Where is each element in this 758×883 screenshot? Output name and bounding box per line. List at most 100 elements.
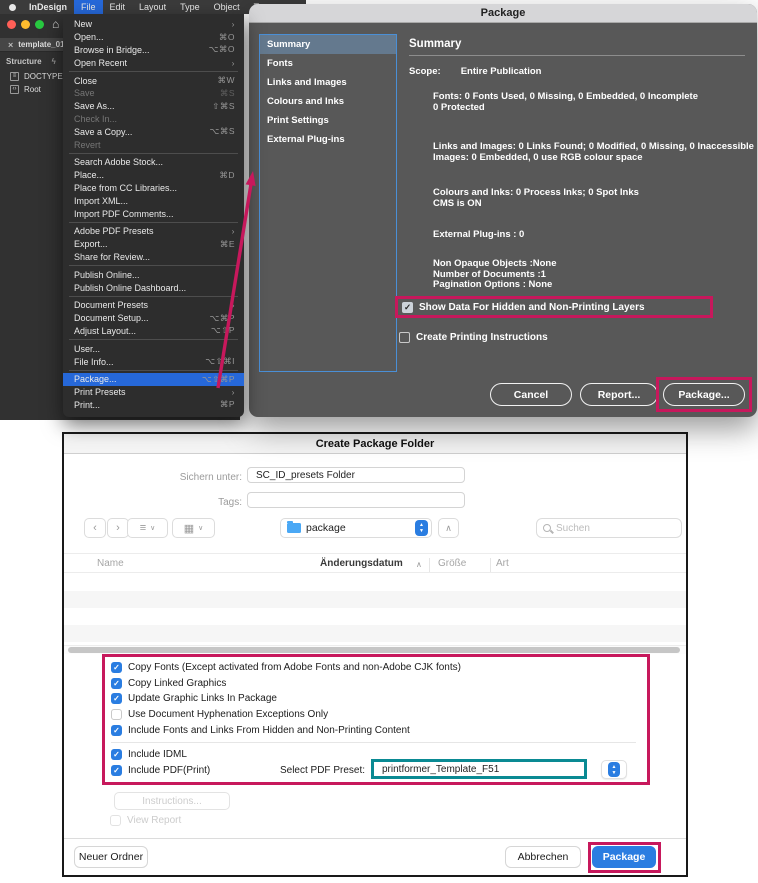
cancel-button[interactable]: Abbrechen [505, 846, 581, 868]
sidebar-item-summary[interactable]: Summary [260, 35, 396, 54]
column-date[interactable]: Änderungsdatum [320, 558, 403, 569]
menubar-item-layout[interactable]: Layout [132, 0, 173, 14]
checkbox[interactable]: ✓ [111, 678, 122, 689]
menu-item-file-info[interactable]: File Info...⌥⇧⌘I [63, 355, 244, 368]
menubar-item-type[interactable]: Type [173, 0, 207, 14]
search-input[interactable] [556, 523, 666, 534]
forward-button[interactable]: › [107, 518, 129, 538]
option-include-fonts-and-links-from-hidden-and-non-printing-content[interactable]: ✓ Include Fonts and Links From Hidden and… [105, 722, 647, 738]
save-as-input[interactable] [247, 467, 465, 483]
menu-item-close[interactable]: Close⌘W [63, 74, 244, 87]
column-name[interactable]: Name [97, 558, 124, 569]
sidebar-item-external-plug-ins[interactable]: External Plug-ins [260, 130, 396, 149]
cancel-button[interactable]: Cancel [490, 383, 572, 406]
report-button[interactable]: Report... [580, 383, 658, 406]
checkbox[interactable]: ✓ [111, 662, 122, 673]
menu-item-save-as[interactable]: Save As...⇧⌘S [63, 100, 244, 113]
home-icon[interactable]: ⌂ [52, 17, 59, 31]
summary-line: 0 Protected [433, 103, 698, 114]
menubar-item-indesign[interactable]: InDesign [22, 0, 74, 14]
checkbox[interactable]: ✓ [111, 693, 122, 704]
menu-item-user[interactable]: User... [63, 342, 244, 355]
menu-item-save[interactable]: Save⌘S [63, 87, 244, 100]
summary-line: Fonts: 0 Fonts Used, 0 Missing, 0 Embedd… [433, 92, 698, 103]
menu-item-search-adobe-stock[interactable]: Search Adobe Stock... [63, 156, 244, 169]
heading-rule [409, 55, 745, 56]
zoom-window-icon[interactable] [35, 20, 44, 29]
sidebar-item-print-settings[interactable]: Print Settings [260, 111, 396, 130]
menu-item-label: Browse in Bridge... [74, 45, 209, 55]
menu-item-import-pdf-comments[interactable]: Import PDF Comments... [63, 207, 244, 220]
menu-item-browse-in-bridge[interactable]: Browse in Bridge...⌥⌘O [63, 44, 244, 57]
menubar-item-object[interactable]: Object [207, 0, 247, 14]
option-copy-fonts-except-activated-from-adobe-fonts-and-non-adobe-cjk-fonts[interactable]: ✓Copy Fonts (Except activated from Adobe… [105, 660, 647, 676]
menu-divider [69, 71, 238, 72]
sidebar-item-fonts[interactable]: Fonts [260, 54, 396, 73]
menu-shortcut: ⌘S [220, 88, 235, 99]
menu-item-label: Print Presets [74, 387, 232, 397]
checkbox[interactable] [111, 709, 122, 720]
menu-item-adjust-layout[interactable]: Adjust Layout...⌥⇧P [63, 325, 244, 338]
menu-item-publish-online-dashboard[interactable]: Publish Online Dashboard... [63, 281, 244, 294]
lightning-icon[interactable]: ϟ [52, 57, 56, 66]
new-folder-button[interactable]: Neuer Ordner [74, 846, 148, 868]
file-menu-dropdown: New›Open...⌘OBrowse in Bridge...⌥⌘OOpen … [63, 14, 244, 417]
column-kind[interactable]: Art [496, 558, 509, 569]
menu-item-revert[interactable]: Revert [63, 138, 244, 151]
option-label: Include Fonts and Links From Hidden and … [128, 725, 410, 736]
collapse-button[interactable]: ∧ [438, 518, 459, 538]
apple-icon[interactable] [9, 4, 16, 11]
close-tab-icon[interactable]: × [8, 40, 13, 50]
minimize-window-icon[interactable] [21, 20, 30, 29]
pdf-preset-stepper[interactable]: ▲ ▼ [601, 760, 627, 779]
option-use-document-hyphenation-exceptions-only[interactable]: Use Document Hyphenation Exceptions Only [105, 707, 647, 723]
menu-item-place-from-cc-libraries[interactable]: Place from CC Libraries... [63, 182, 244, 195]
menubar-item-edit[interactable]: Edit [103, 0, 133, 14]
menu-item-import-xml[interactable]: Import XML... [63, 194, 244, 207]
menu-divider [69, 222, 238, 223]
show-data-checkbox[interactable]: ✓ [402, 302, 413, 313]
stepper-down-icon: ▼ [419, 528, 424, 534]
grid-view-button[interactable]: ▦ ∨ [172, 518, 215, 538]
menu-item-place[interactable]: Place...⌘D [63, 169, 244, 182]
checkbox[interactable]: ✓ [111, 749, 122, 760]
sidebar-item-colours-and-inks[interactable]: Colours and Inks [260, 92, 396, 111]
menu-item-new[interactable]: New› [63, 18, 244, 31]
menu-item-open-recent[interactable]: Open Recent› [63, 56, 244, 69]
checkbox[interactable]: ✓ [111, 725, 122, 736]
close-window-icon[interactable] [7, 20, 16, 29]
menu-item-package[interactable]: Package...⌥⇧⌘P [63, 373, 244, 386]
menu-item-publish-online[interactable]: Publish Online... [63, 268, 244, 281]
menu-item-save-a-copy[interactable]: Save a Copy...⌥⌘S [63, 125, 244, 138]
menu-item-label: Adjust Layout... [74, 326, 211, 336]
location-dropdown[interactable]: package ▲ ▼ [280, 518, 432, 538]
package-button[interactable]: Package [592, 846, 656, 868]
menu-item-export[interactable]: Export...⌘E [63, 238, 244, 251]
checkbox[interactable]: ✓ [111, 765, 122, 776]
menu-item-adobe-pdf-presets[interactable]: Adobe PDF Presets› [63, 225, 244, 238]
menu-item-label: Search Adobe Stock... [74, 157, 235, 167]
menubar-item-file[interactable]: File [74, 0, 103, 14]
printing-instructions-checkbox[interactable] [399, 332, 410, 343]
root-icon: ‹› [10, 85, 19, 94]
column-size[interactable]: Größe [438, 558, 466, 569]
menu-item-check-in[interactable]: Check In... [63, 113, 244, 126]
back-button[interactable]: ‹ [84, 518, 106, 538]
package-button[interactable]: Package... [663, 383, 745, 406]
menu-item-print[interactable]: Print...⌘P [63, 399, 244, 412]
tags-input[interactable] [247, 492, 465, 508]
menu-item-print-presets[interactable]: Print Presets› [63, 386, 244, 399]
pdf-preset-dropdown[interactable]: printformer_Template_F51 [371, 759, 587, 779]
menu-item-open[interactable]: Open...⌘O [63, 31, 244, 44]
stepper-icon[interactable]: ▲ ▼ [415, 520, 428, 536]
menu-item-document-setup[interactable]: Document Setup...⌥⌘P [63, 312, 244, 325]
option-update-graphic-links-in-package[interactable]: ✓Update Graphic Links In Package [105, 691, 647, 707]
search-field[interactable] [536, 518, 682, 538]
menu-item-share-for-review[interactable]: Share for Review... [63, 251, 244, 264]
menu-item-document-presets[interactable]: Document Presets› [63, 299, 244, 312]
scrollbar-thumb[interactable] [68, 647, 680, 653]
list-view-button[interactable]: ≡ ∨ [127, 518, 168, 538]
menu-item-label: Open Recent [74, 58, 232, 68]
option-copy-linked-graphics[interactable]: ✓Copy Linked Graphics [105, 676, 647, 692]
sidebar-item-links-and-images[interactable]: Links and Images [260, 73, 396, 92]
